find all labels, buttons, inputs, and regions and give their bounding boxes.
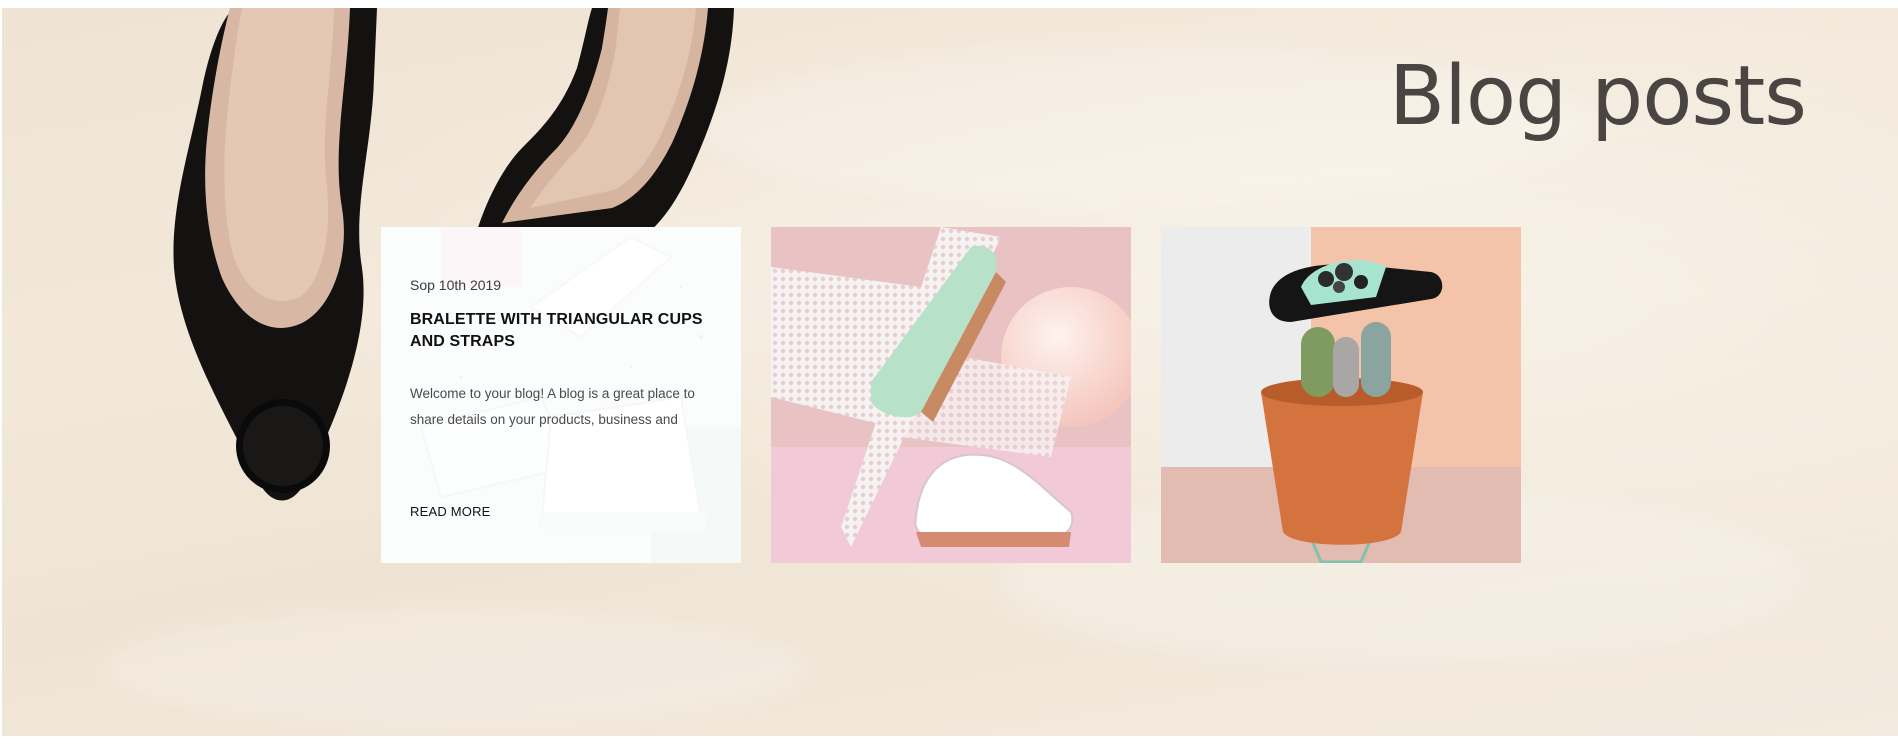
- fabric-fold: [102, 608, 802, 728]
- section-title: Blog posts: [1388, 49, 1807, 144]
- post-date: Sop 10th 2019: [410, 277, 502, 293]
- post-excerpt: Welcome to your blog! A blog is a great …: [410, 386, 695, 427]
- mint-perforated-sneakers-image[interactable]: [771, 227, 1131, 563]
- read-more-link[interactable]: READ MORE: [410, 504, 491, 519]
- post-title[interactable]: BRALETTE WITH TRIANGULAR CUPS AND STRAPS: [410, 309, 710, 353]
- blog-card[interactable]: [771, 227, 1131, 563]
- blog-card[interactable]: Sop 10th 2019 BRALETTE WITH TRIANGULAR C…: [381, 227, 741, 563]
- blog-card[interactable]: [1161, 227, 1521, 563]
- slide-sandal-on-cactus-image[interactable]: [1161, 227, 1521, 563]
